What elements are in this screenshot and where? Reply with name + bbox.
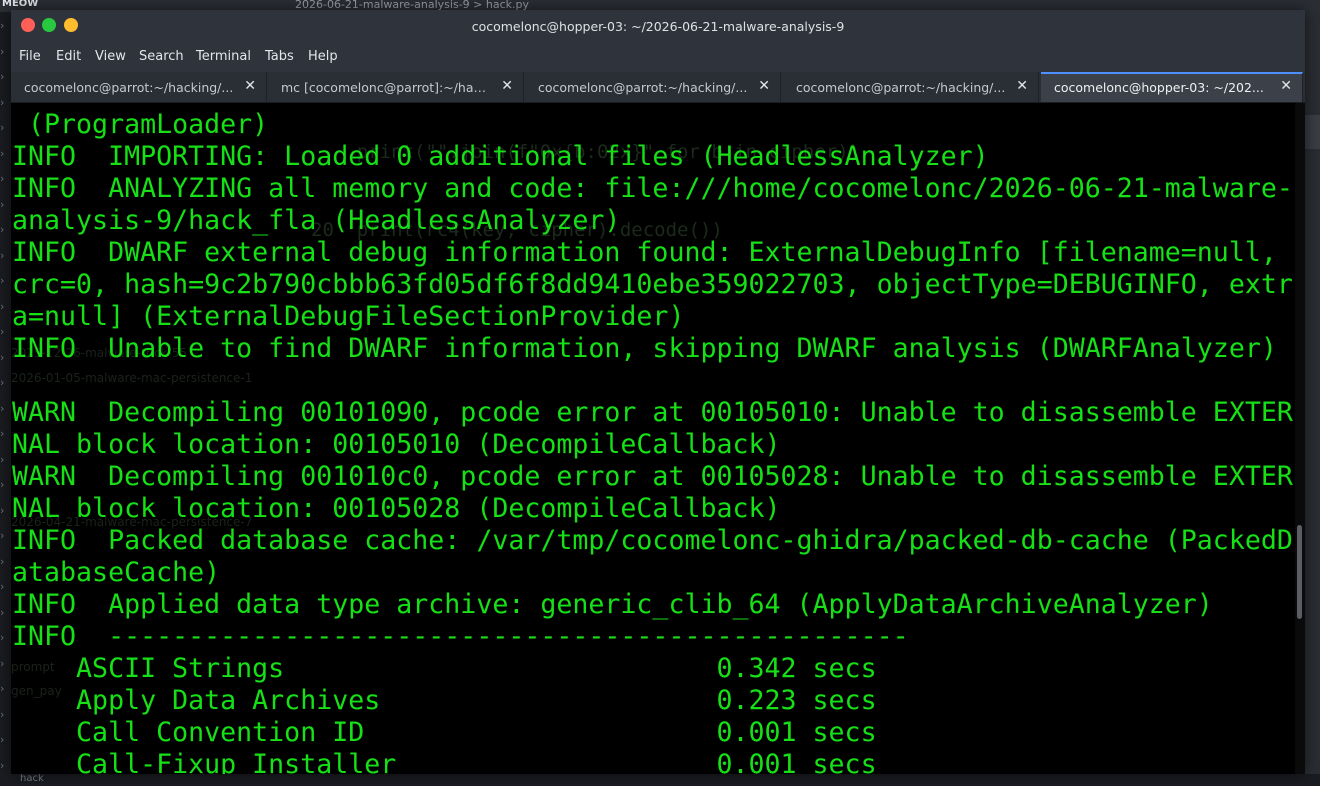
tab-close-icon[interactable]: ✕ [501, 78, 513, 94]
tab-label: cocomelonc@parrot:~/hacking/... [24, 80, 234, 95]
titlebar[interactable]: cocomelonc@hopper-03: ~/2026-06-21-malwa… [11, 10, 1305, 44]
terminal-line: INFO Unable to find DWARF information, s… [12, 333, 1277, 364]
menu-tabs[interactable]: Tabs [265, 49, 294, 64]
terminal-scrollbar[interactable] [1295, 103, 1305, 774]
tab-label: cocomelonc@parrot:~/hacking/... [796, 80, 1006, 95]
background-bottom-bar: hack [0, 773, 1320, 786]
background-minimap[interactable] [1305, 12, 1320, 786]
tab-label: cocomelonc@parrot:~/hacking/... [538, 80, 748, 95]
terminal-line: NAL block location: 00105010 (DecompileC… [12, 429, 781, 460]
terminal-line: Call Convention ID 0.001 secs [12, 717, 877, 748]
tab-close-icon[interactable]: ✕ [244, 78, 256, 94]
terminal-line: Apply Data Archives 0.223 secs [12, 685, 877, 716]
tab-1[interactable]: cocomelonc@parrot:~/hacking/... ✕ [11, 72, 267, 102]
terminal-line: crc=0, hash=9c2b790cbbb63fd05df6f8dd9410… [12, 269, 1293, 300]
terminal-line: NAL block location: 00105028 (DecompileC… [12, 493, 781, 524]
terminal-output[interactable]: print("".join(f"0x{b:02x}" for b in ciph… [11, 103, 1295, 774]
tab-4[interactable]: cocomelonc@parrot:~/hacking/... ✕ [783, 72, 1039, 102]
minimap-thumb[interactable] [1305, 115, 1320, 149]
terminal-line: INFO DWARF external debug information fo… [12, 237, 1277, 268]
terminal-line: INFO ANALYZING all memory and code: file… [12, 173, 1293, 204]
menu-view[interactable]: View [95, 49, 126, 64]
tab-close-icon[interactable]: ✕ [1280, 78, 1292, 94]
terminal-line: INFO Applied data type archive: generic_… [12, 589, 1213, 620]
tab-label: cocomelonc@hopper-03: ~/202... [1054, 80, 1264, 95]
terminal-window: cocomelonc@hopper-03: ~/2026-06-21-malwa… [11, 10, 1305, 774]
terminal-line: Call-Fixup Installer 0.001 secs [12, 749, 877, 774]
terminal-line: INFO -----------------------------------… [12, 621, 909, 652]
terminal-line: (ProgramLoader) [12, 109, 269, 140]
terminal-lines: (ProgramLoader) INFO IMPORTING: Loaded 0 … [12, 109, 1293, 774]
menu-help[interactable]: Help [308, 49, 338, 64]
tab-3[interactable]: cocomelonc@parrot:~/hacking/... ✕ [525, 72, 781, 102]
terminal-line: a=null] (ExternalDebugFileSectionProvide… [12, 301, 685, 332]
terminal-scrollbar-thumb[interactable] [1297, 525, 1302, 619]
tab-label: mc [cocomelonc@parrot]:~/hac... [281, 80, 491, 95]
terminal-line: ASCII Strings 0.342 secs [12, 653, 877, 684]
tab-bar: cocomelonc@parrot:~/hacking/... ✕ mc [co… [11, 72, 1305, 103]
tab-2[interactable]: mc [cocomelonc@parrot]:~/hac... ✕ [268, 72, 524, 102]
menubar: File Edit View Search Terminal Tabs Help [11, 44, 1305, 72]
menu-search[interactable]: Search [139, 49, 184, 64]
background-bottom-file[interactable]: hack [20, 773, 44, 784]
terminal-line: analysis-9/hack_fla (HeadlessAnalyzer) [12, 205, 621, 236]
tab-close-icon[interactable]: ✕ [1016, 78, 1028, 94]
terminal-line: INFO IMPORTING: Loaded 0 additional file… [12, 141, 989, 172]
tab-close-icon[interactable]: ✕ [758, 78, 770, 94]
menu-file[interactable]: File [19, 49, 41, 64]
menu-terminal[interactable]: Terminal [196, 49, 251, 64]
terminal-line: WARN Decompiling 00101090, pcode error a… [12, 397, 1293, 428]
terminal-line: atabaseCache) [12, 557, 221, 588]
terminal-line: WARN Decompiling 001010c0, pcode error a… [12, 461, 1293, 492]
menu-edit[interactable]: Edit [56, 49, 81, 64]
window-title: cocomelonc@hopper-03: ~/2026-06-21-malwa… [471, 19, 845, 34]
terminal-line: INFO Packed database cache: /var/tmp/coc… [12, 525, 1293, 556]
tab-5-active[interactable]: cocomelonc@hopper-03: ~/202... ✕ [1041, 72, 1303, 102]
background-brand: MEOW [2, 0, 39, 9]
